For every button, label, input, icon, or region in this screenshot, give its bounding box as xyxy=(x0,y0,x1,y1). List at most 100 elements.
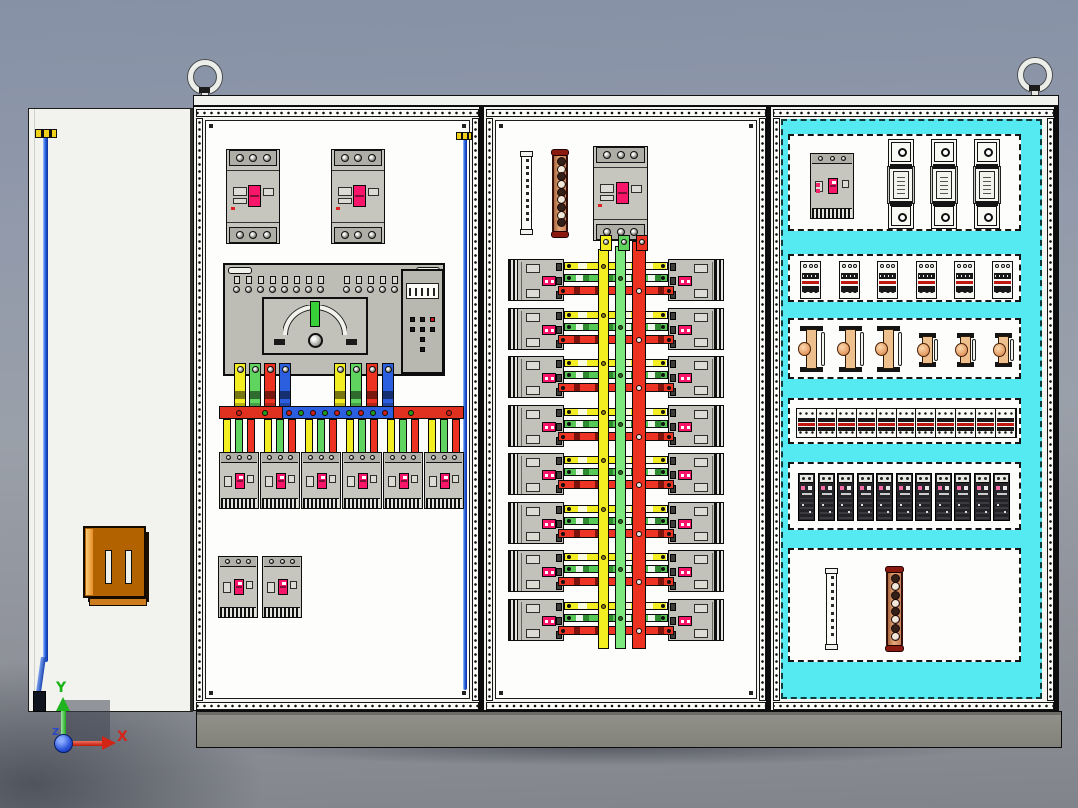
busbar-support[interactable] xyxy=(993,333,1014,367)
breaker-rocker[interactable] xyxy=(399,473,409,489)
auxiliary-section[interactable] xyxy=(770,106,1055,711)
cabinet-door[interactable] xyxy=(28,108,193,712)
branch-breaker[interactable] xyxy=(219,452,259,509)
busbar-support[interactable] xyxy=(917,333,938,367)
control-relay[interactable] xyxy=(800,261,821,299)
main-breaker-2[interactable] xyxy=(331,149,385,244)
branch-breaker[interactable] xyxy=(424,452,464,509)
spare-breaker[interactable] xyxy=(262,556,302,618)
document-pocket[interactable] xyxy=(83,526,146,598)
terminal-block[interactable] xyxy=(877,409,897,437)
terminal-block[interactable] xyxy=(936,409,957,437)
feeder-breaker[interactable] xyxy=(508,502,564,544)
vertical-busbar-L1[interactable] xyxy=(598,249,609,649)
fuse-holder[interactable] xyxy=(887,139,915,229)
feeder-breaker[interactable] xyxy=(508,550,564,592)
control-relay[interactable] xyxy=(877,261,898,299)
terminal-block[interactable] xyxy=(956,409,977,437)
phase-cable[interactable] xyxy=(350,363,362,408)
latch[interactable] xyxy=(228,267,252,274)
compact-breaker[interactable] xyxy=(837,473,854,521)
phase-cable[interactable] xyxy=(366,363,378,408)
compact-breaker[interactable] xyxy=(974,473,991,521)
control-relay[interactable] xyxy=(992,261,1013,299)
breaker-rocker[interactable] xyxy=(276,473,286,489)
fuse-holder[interactable] xyxy=(930,139,958,229)
compact-breaker[interactable] xyxy=(818,473,835,521)
phase-cable[interactable] xyxy=(334,363,346,408)
breaker-rocker[interactable] xyxy=(353,185,366,207)
terminal-block[interactable] xyxy=(797,409,817,437)
breaker-rocker[interactable] xyxy=(358,473,368,489)
compact-breaker[interactable] xyxy=(915,473,932,521)
switch-handle[interactable] xyxy=(310,301,320,327)
compact-breaker[interactable] xyxy=(954,473,971,521)
phase-cable[interactable] xyxy=(249,363,261,408)
compact-breaker[interactable] xyxy=(857,473,874,521)
busbar-support[interactable] xyxy=(875,326,902,372)
breaker-rocker[interactable] xyxy=(317,473,327,489)
copper-busbar[interactable] xyxy=(885,566,904,652)
feeder-breaker[interactable] xyxy=(668,356,724,398)
branch-breaker[interactable] xyxy=(383,452,423,509)
feeder-breaker[interactable] xyxy=(508,405,564,447)
feeder-breaker[interactable] xyxy=(668,550,724,592)
branch-breaker[interactable] xyxy=(301,452,341,509)
breaker-rocker[interactable] xyxy=(235,473,245,489)
main-breaker-1[interactable] xyxy=(226,149,280,244)
control-relay[interactable] xyxy=(954,261,975,299)
terminal-strip[interactable] xyxy=(825,568,838,650)
feeder-breaker[interactable] xyxy=(508,356,564,398)
feeder-breaker[interactable] xyxy=(668,599,724,641)
feeder-breaker[interactable] xyxy=(668,259,724,301)
feeder-main-breaker[interactable] xyxy=(593,146,648,241)
feeder-breaker[interactable] xyxy=(668,502,724,544)
breaker-rocker[interactable] xyxy=(278,579,288,595)
phase-cable[interactable] xyxy=(279,363,291,408)
compact-breaker[interactable] xyxy=(896,473,913,521)
breaker-rocker[interactable] xyxy=(248,185,261,207)
branch-breaker[interactable] xyxy=(342,452,382,509)
feeder-breaker[interactable] xyxy=(508,308,564,350)
control-relay[interactable] xyxy=(916,261,937,299)
main-busbar[interactable] xyxy=(219,406,464,419)
selector-knob[interactable] xyxy=(308,333,323,348)
breaker-rocker[interactable] xyxy=(234,579,244,595)
terminal-block[interactable] xyxy=(837,409,857,437)
breaker-rocker[interactable] xyxy=(440,473,450,489)
compact-breaker[interactable] xyxy=(798,473,815,521)
feeder-breaker[interactable] xyxy=(668,405,724,447)
feeder-breaker[interactable] xyxy=(508,599,564,641)
feeder-breaker[interactable] xyxy=(508,453,564,495)
feeder-section[interactable] xyxy=(483,106,767,711)
terminal-block[interactable] xyxy=(976,409,997,437)
terminal-block[interactable] xyxy=(857,409,877,437)
fuse-holder[interactable] xyxy=(973,139,1001,229)
ats-transfer-switch[interactable] xyxy=(223,263,445,376)
vertical-busbar-L3[interactable] xyxy=(632,241,646,649)
compact-breaker[interactable] xyxy=(935,473,952,521)
terminal-block-row[interactable] xyxy=(796,408,1017,438)
busbar-support[interactable] xyxy=(955,333,976,367)
vertical-busbar-L2[interactable] xyxy=(615,246,626,649)
door-rod[interactable] xyxy=(43,134,48,662)
spare-breaker[interactable] xyxy=(218,556,258,618)
aux-main-breaker[interactable] xyxy=(810,153,854,219)
terminal-block[interactable] xyxy=(897,409,917,437)
feeder-breaker[interactable] xyxy=(508,259,564,301)
terminal-block[interactable] xyxy=(817,409,837,437)
phase-cable[interactable] xyxy=(382,363,394,408)
terminal-strip[interactable] xyxy=(520,151,533,235)
breaker-rocker[interactable] xyxy=(616,182,629,204)
phase-cable[interactable] xyxy=(234,363,246,408)
copper-busbar[interactable] xyxy=(551,149,569,238)
control-relay[interactable] xyxy=(839,261,860,299)
compact-breaker[interactable] xyxy=(993,473,1010,521)
branch-breaker[interactable] xyxy=(260,452,300,509)
incoming-section[interactable] xyxy=(193,106,480,711)
feeder-breaker[interactable] xyxy=(668,453,724,495)
terminal-block[interactable] xyxy=(916,409,937,437)
feeder-breaker[interactable] xyxy=(668,308,724,350)
busbar-support[interactable] xyxy=(798,326,825,372)
phase-cable[interactable] xyxy=(264,363,276,408)
